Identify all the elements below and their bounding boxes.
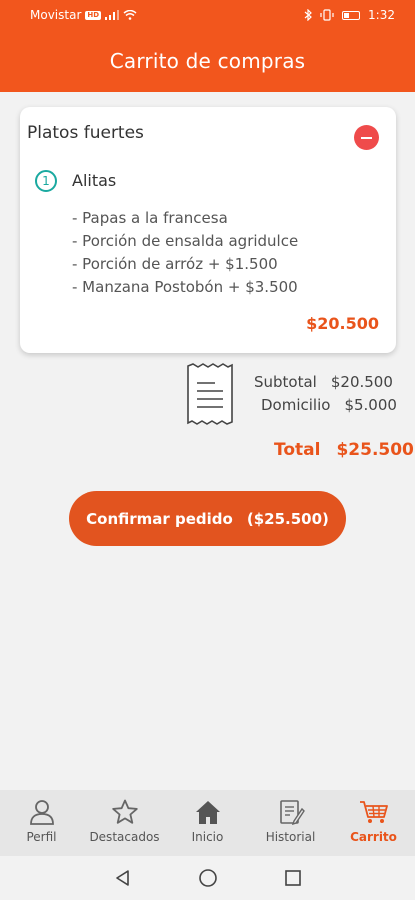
option-item: - Manzana Postobón + $3.500 (72, 278, 298, 296)
minus-icon (361, 136, 372, 139)
network-badge: HD (85, 10, 102, 20)
history-icon (279, 800, 305, 825)
bluetooth-icon (304, 9, 312, 21)
system-nav-bar (0, 856, 415, 900)
cart-card: Platos fuertes 1 Alitas - Papas a la fra… (20, 107, 396, 353)
wifi-icon (123, 10, 137, 20)
home-circle-icon[interactable] (198, 868, 218, 888)
nav-label: Perfil (26, 830, 57, 844)
star-icon (111, 799, 138, 824)
recents-icon[interactable] (284, 869, 302, 887)
vibrate-icon (320, 9, 334, 21)
subtotal-label: Subtotal (254, 373, 317, 391)
confirm-order-button[interactable]: Confirmar pedido ($25.500) (69, 491, 346, 546)
option-item: - Papas a la francesa (72, 209, 228, 227)
nav-item-inicio[interactable]: Inicio (166, 790, 249, 856)
delivery-label: Domicilio (261, 396, 331, 414)
item-name: Alitas (72, 171, 117, 190)
status-bar: Movistar HD 1:32 (0, 0, 415, 30)
option-item: - Porción de ensalda agridulce (72, 232, 299, 250)
back-icon[interactable] (114, 869, 132, 887)
quantity-badge: 1 (35, 170, 57, 192)
receipt-icon (187, 363, 233, 425)
remove-item-button[interactable] (354, 125, 379, 150)
confirm-amount: ($25.500) (246, 509, 329, 528)
option-item: - Porción de arróz + $1.500 (72, 255, 278, 273)
subtotal-value: $20.500 (330, 373, 393, 391)
app-header: Carrito de compras (0, 30, 415, 92)
user-icon (29, 800, 54, 825)
category-title: Platos fuertes (27, 123, 144, 143)
item-options: - Papas a la francesa - Porción de ensal… (72, 207, 298, 299)
nav-label: Destacados (89, 830, 160, 844)
nav-label: Inicio (191, 830, 224, 844)
clock: 1:32 (368, 8, 395, 22)
total-label: Total (274, 440, 321, 460)
battery-icon (342, 10, 361, 20)
page-title: Carrito de compras (109, 49, 306, 73)
nav-item-carrito[interactable]: Carrito (332, 790, 415, 856)
cart-icon (359, 801, 388, 823)
total-row: Total $25.500 (274, 440, 414, 460)
nav-label: Carrito (350, 830, 397, 844)
subtotal-row: Subtotal $20.500 (254, 373, 393, 391)
home-icon (195, 801, 220, 824)
nav-item-historial[interactable]: Historial (249, 790, 332, 856)
nav-label: Historial (265, 830, 316, 844)
delivery-value: $5.000 (344, 396, 397, 414)
carrier-info: Movistar HD (30, 8, 137, 22)
item-price: $20.500 (306, 314, 379, 333)
nav-item-perfil[interactable]: Perfil (0, 790, 83, 856)
status-right: 1:32 (304, 8, 395, 22)
carrier-name: Movistar (30, 8, 82, 22)
signal-icon (105, 10, 120, 20)
total-value: $25.500 (336, 440, 414, 460)
confirm-label: Confirmar pedido (86, 509, 233, 528)
nav-item-destacados[interactable]: Destacados (83, 790, 166, 856)
bottom-nav: Perfil Destacados Inicio Historial Carri… (0, 790, 415, 856)
delivery-row: Domicilio $5.000 (261, 396, 397, 414)
